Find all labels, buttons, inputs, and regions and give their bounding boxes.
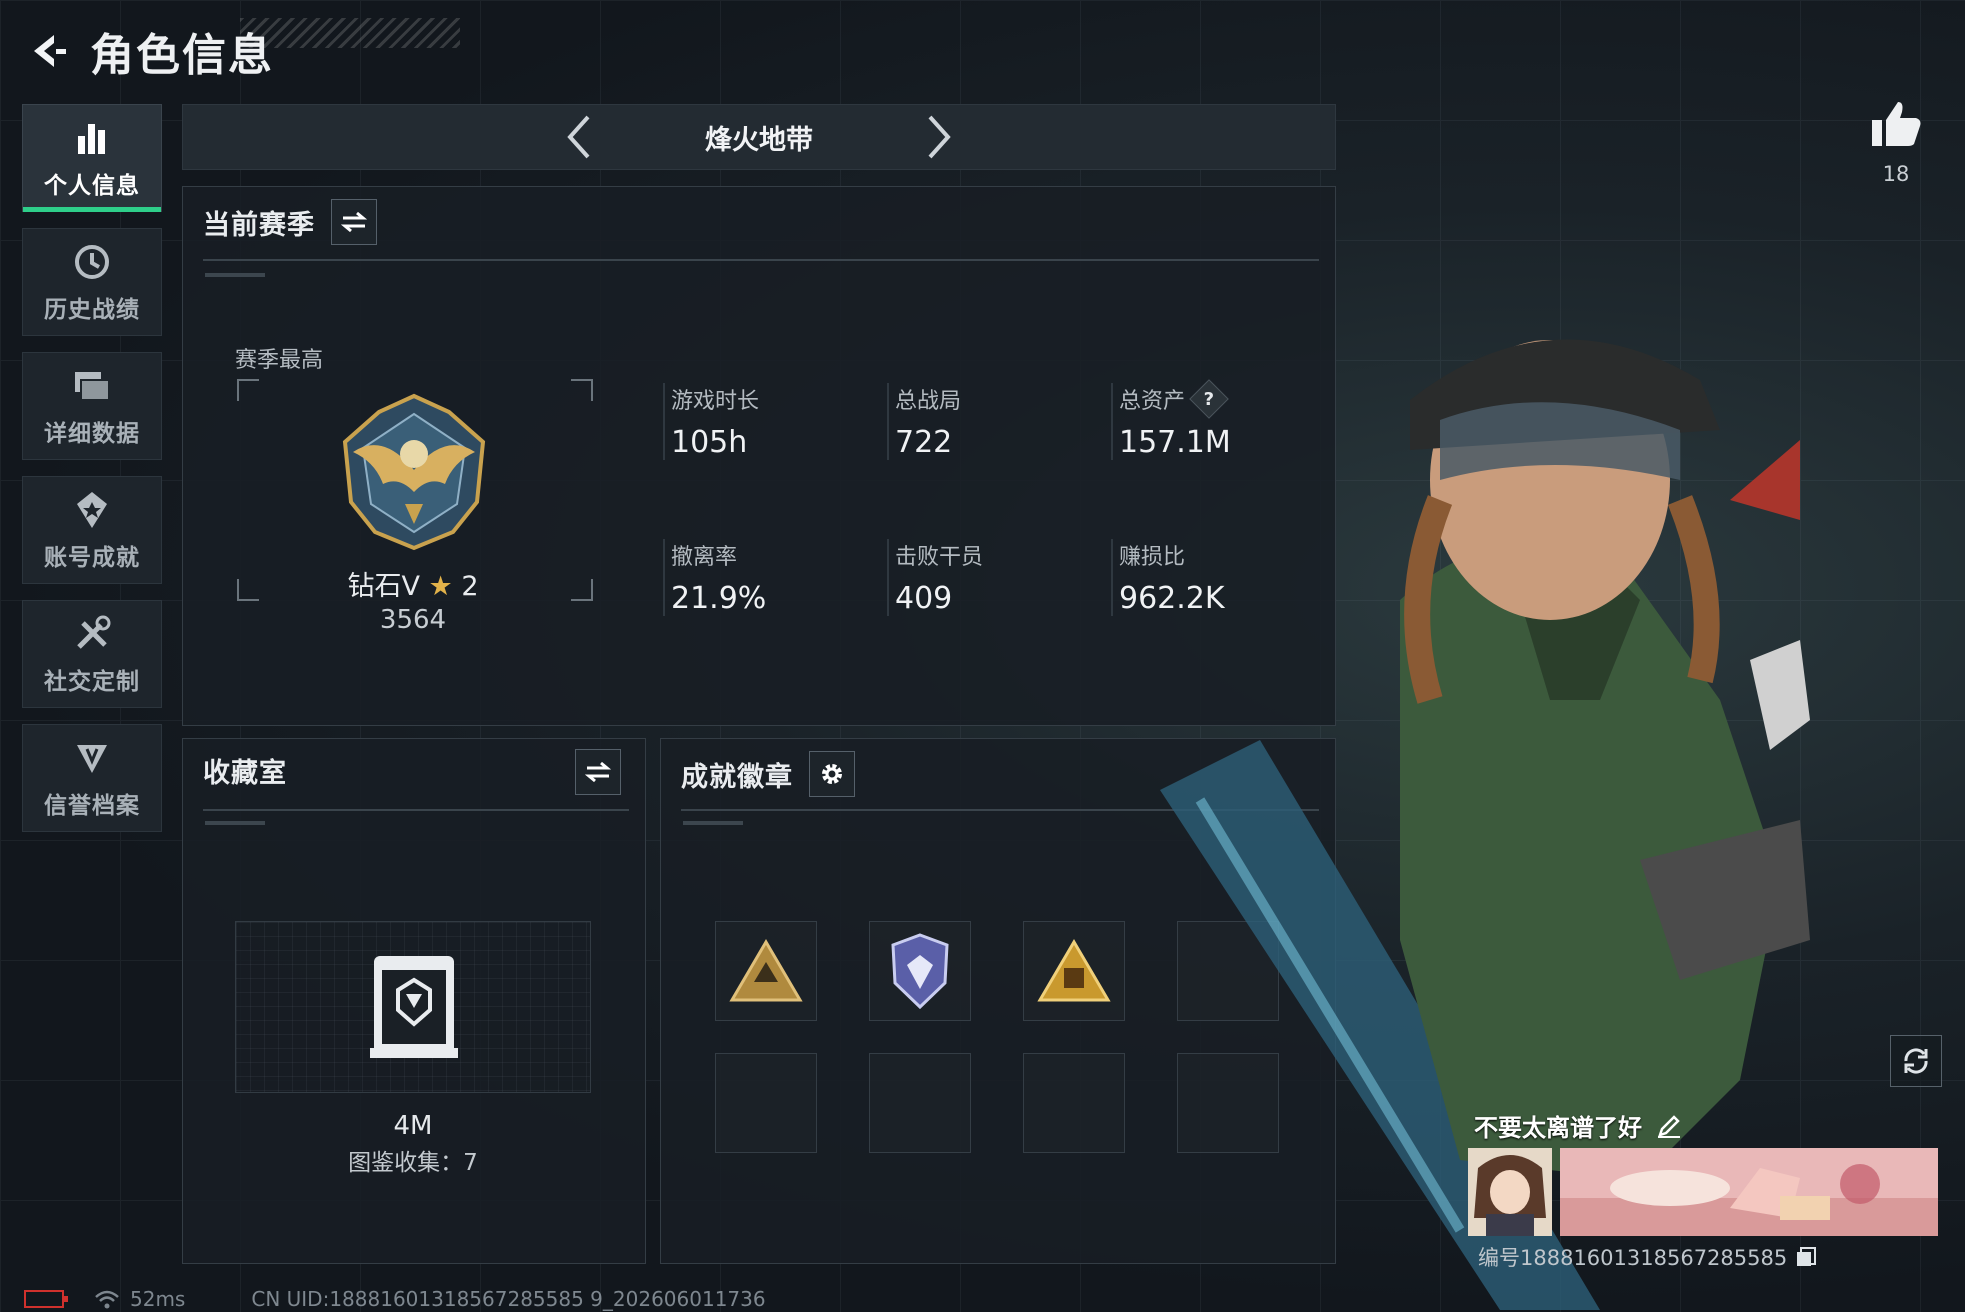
- divider: [203, 809, 629, 811]
- wifi-icon: [95, 1290, 119, 1309]
- history-clock-icon: [70, 240, 114, 284]
- collection-switch-button[interactable]: [575, 749, 621, 795]
- badge-slot-empty[interactable]: [869, 1053, 971, 1153]
- stat-extraction-rate: 撤离率 21.9%: [663, 539, 766, 616]
- mode-selector: 烽火地带: [182, 104, 1336, 170]
- sidebar-item-history[interactable]: 历史战绩: [22, 228, 162, 336]
- bar-chart-icon: [70, 116, 114, 160]
- season-switch-button[interactable]: [331, 199, 377, 245]
- sidebar-item-label: 详细数据: [44, 421, 140, 447]
- collection-panel: 收藏室 4M 图鉴收集：7: [182, 738, 646, 1264]
- chevron-left-icon: [567, 115, 590, 159]
- sidebar: 个人信息 历史战绩 详细数据 账号成就 社交定制 信誉档案: [22, 104, 162, 848]
- mode-next-button[interactable]: [909, 107, 969, 167]
- stat-value: 21.9%: [671, 581, 767, 616]
- player-card: [1468, 1148, 1938, 1236]
- stat-value: 105h: [671, 425, 748, 460]
- status-bar: 52ms CN UID:18881601318567285585 9_20260…: [24, 1287, 766, 1311]
- back-arrow-icon: [34, 35, 66, 67]
- edit-pencil-icon[interactable]: [1656, 1113, 1682, 1139]
- rank-score: 3564: [379, 605, 447, 635]
- collection-display[interactable]: [235, 921, 591, 1093]
- diamond-rank-emblem-icon: [342, 393, 486, 551]
- rank-stars: 2: [461, 571, 479, 602]
- swap-icon: [341, 211, 367, 233]
- stat-label: 游戏时长: [671, 389, 760, 414]
- stat-label: 总战局: [895, 389, 962, 414]
- tools-icon: [70, 612, 114, 656]
- sidebar-item-label: 信誉档案: [44, 793, 140, 819]
- season-panel-header: 当前赛季: [203, 199, 377, 245]
- decoration-tag: [205, 821, 265, 825]
- battery-icon: [24, 1290, 68, 1308]
- sidebar-item-reputation[interactable]: 信誉档案: [22, 724, 162, 832]
- uid-text: CN UID:18881601318567285585 9_2026060117…: [251, 1287, 766, 1311]
- rank-tier: 钻石V: [347, 571, 420, 602]
- stat-operators-defeated: 击败干员 409: [887, 539, 983, 616]
- gear-icon: [822, 764, 842, 784]
- mode-prev-button[interactable]: [549, 107, 609, 167]
- sidebar-item-label: 历史战绩: [44, 297, 140, 323]
- star-icon: ★: [428, 571, 453, 602]
- badges-settings-button[interactable]: [809, 751, 855, 797]
- season-best-label: 赛季最高: [235, 348, 324, 373]
- rotate-model-button[interactable]: [1890, 1035, 1942, 1087]
- namecard-image: [1560, 1148, 1938, 1236]
- collection-count: 图鉴收集：7: [348, 1150, 478, 1176]
- rotate-icon: [1904, 1048, 1928, 1074]
- mode-name: 烽火地带: [705, 124, 813, 156]
- stat-label: 击败干员: [895, 545, 984, 570]
- copy-icon[interactable]: [1795, 1246, 1817, 1268]
- sidebar-item-label: 账号成就: [44, 545, 140, 571]
- sidebar-item-achievements[interactable]: 账号成就: [22, 476, 162, 584]
- badge-slot[interactable]: [715, 921, 817, 1021]
- like-thumbs-up-icon[interactable]: [1868, 98, 1924, 150]
- chevron-right-icon: [928, 115, 951, 159]
- shield-badge-icon: [891, 933, 949, 1010]
- stat-label: 撤离率: [671, 545, 738, 570]
- badges-title: 成就徽章: [681, 761, 793, 793]
- back-button[interactable]: [20, 25, 72, 77]
- collection-value: 4M: [393, 1111, 433, 1141]
- sidebar-item-detailed-data[interactable]: 详细数据: [22, 352, 162, 460]
- ping-text: 52ms: [130, 1287, 186, 1311]
- player-id: 编号18881601318567285585: [1478, 1242, 1817, 1272]
- decoration-tag: [683, 821, 743, 825]
- season-title: 当前赛季: [203, 209, 315, 241]
- player-id-text: 编号18881601318567285585: [1478, 1246, 1788, 1270]
- decoration-tag: [205, 273, 265, 277]
- sidebar-item-social[interactable]: 社交定制: [22, 600, 162, 708]
- folder-icon: [70, 364, 114, 408]
- like-count: 18: [1882, 162, 1910, 186]
- stat-play-time: 游戏时长 105h: [663, 383, 759, 460]
- triangle-badge-icon: [729, 939, 803, 1002]
- player-signature: 不要太离谱了好: [1474, 1114, 1642, 1142]
- namecard[interactable]: [1560, 1148, 1938, 1236]
- stat-total-matches: 总战局 722: [887, 383, 961, 460]
- stat-value: 409: [895, 581, 953, 616]
- sidebar-item-label: 社交定制: [44, 669, 140, 695]
- page-title: 角色信息: [90, 30, 274, 81]
- badge-slot[interactable]: [869, 921, 971, 1021]
- swap-icon: [585, 761, 611, 783]
- signature-row: 不要太离谱了好: [1474, 1108, 1682, 1143]
- sidebar-item-label: 个人信息: [44, 173, 140, 199]
- stat-value: 722: [895, 425, 953, 460]
- avatar[interactable]: [1468, 1148, 1552, 1236]
- achievement-icon: [70, 488, 114, 532]
- reputation-icon: [70, 736, 114, 780]
- collection-title: 收藏室: [203, 758, 287, 789]
- badges-panel-header: 成就徽章: [681, 751, 855, 797]
- avatar-image: [1468, 1148, 1552, 1236]
- collection-panel-header: 收藏室: [203, 751, 287, 790]
- rank-name: 钻石V ★ 2: [183, 564, 643, 603]
- header: 角色信息: [20, 18, 470, 84]
- badge-slot-empty[interactable]: [715, 1053, 817, 1153]
- display-case-icon: [370, 956, 458, 1058]
- sidebar-item-personal-info[interactable]: 个人信息: [22, 104, 162, 212]
